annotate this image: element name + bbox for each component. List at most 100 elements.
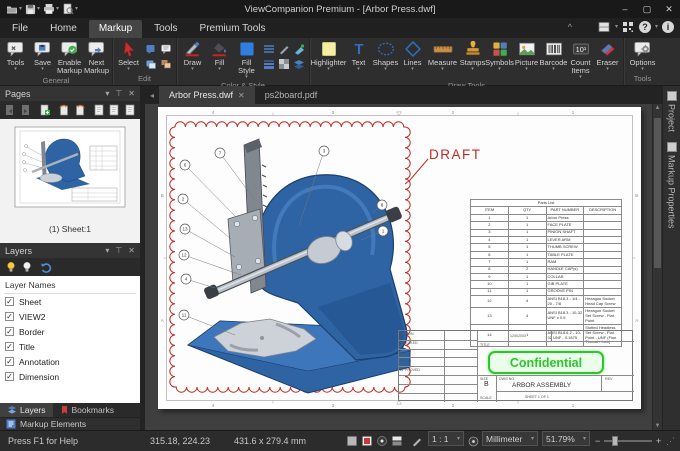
insert-page-icon[interactable] — [39, 104, 51, 117]
select-button[interactable]: Select▾ — [115, 39, 142, 72]
tab-project[interactable]: Project — [667, 91, 677, 132]
zoom-slider-handle[interactable] — [612, 436, 618, 446]
fill-color-button[interactable]: Fill▾ — [206, 39, 233, 72]
bulb-off-icon[interactable] — [20, 261, 33, 274]
layer-visibility-checkbox[interactable]: ✓ — [5, 372, 14, 381]
print-preview-button[interactable]: ▾ — [62, 3, 78, 15]
drawing-viewer[interactable]: 736213124118144332211BBAA DRAFT Confiden… — [145, 104, 662, 430]
tab-layers[interactable]: Layers — [0, 403, 53, 417]
layer-visibility-checkbox[interactable]: ✓ — [5, 357, 14, 366]
line-style-icon[interactable] — [262, 42, 275, 55]
open-file-button[interactable]: ▾ — [6, 3, 22, 15]
split-view-icon[interactable] — [391, 431, 403, 451]
stamps-button[interactable]: Stamps▾ — [459, 39, 486, 72]
enable-markup-button[interactable]: Enable Markup — [56, 39, 83, 75]
paste-markup-icon[interactable] — [144, 57, 157, 70]
draft-markup-text[interactable]: DRAFT — [429, 147, 482, 162]
resize-grip[interactable]: ⋰ — [666, 431, 675, 451]
barcode-button[interactable]: Barcode▾ — [540, 39, 567, 72]
layer-visibility-checkbox[interactable]: ✓ — [5, 327, 14, 336]
transparency-icon[interactable] — [277, 57, 290, 70]
pick-tool-icon[interactable] — [411, 431, 423, 451]
orbit-icon[interactable] — [376, 431, 388, 451]
zoom-out-button[interactable]: − — [595, 431, 600, 451]
layer-visibility-checkbox[interactable]: ✓ — [5, 342, 14, 351]
text-button[interactable]: T Text▾ — [345, 39, 372, 72]
shapes-button[interactable]: Shapes▾ — [372, 39, 399, 72]
tab-file[interactable]: File — [2, 20, 38, 38]
options-button[interactable]: Options▾ — [626, 39, 659, 72]
units-select[interactable]: Millimeter▾ — [482, 431, 538, 446]
scale-info-icon[interactable] — [468, 431, 479, 451]
lines-button[interactable]: Lines▾ — [399, 39, 426, 72]
panel-menu-icon[interactable]: ▾ — [105, 89, 109, 98]
print-page-icon[interactable] — [124, 104, 136, 117]
next-markup-button[interactable]: Next Markup — [83, 39, 110, 75]
extract-page-icon[interactable] — [93, 104, 105, 117]
pin-icon[interactable]: ⊤ — [115, 89, 122, 98]
measure-button[interactable]: Measure▾ — [426, 39, 459, 72]
zoom-in-button[interactable]: + — [656, 431, 661, 451]
note-icon[interactable] — [159, 42, 172, 55]
zoom-slider[interactable] — [604, 431, 652, 451]
markup-visibility-icon[interactable] — [361, 431, 373, 451]
chevron-down-icon[interactable]: ▾ — [615, 24, 618, 30]
maximize-button[interactable]: ▢ — [636, 0, 658, 18]
save-button[interactable]: ▾ — [25, 4, 40, 15]
close-icon[interactable]: ✕ — [128, 246, 135, 255]
count-items-button[interactable]: 10¹ Count Items▾ — [567, 39, 594, 80]
about-icon[interactable]: i — [662, 21, 674, 33]
ribbon-collapse-icon[interactable]: ^ — [568, 22, 572, 32]
draw-order-icon[interactable] — [292, 57, 305, 70]
scroll-up-icon[interactable]: ▲ — [653, 105, 662, 111]
close-icon[interactable]: ✕ — [128, 89, 135, 98]
fill-style-button[interactable]: Fill Style▾ — [233, 39, 260, 80]
document-tab-ps2board[interactable]: ps2board.pdf — [255, 86, 328, 104]
pin-icon[interactable]: ⊤ — [115, 246, 122, 255]
picture-button[interactable]: Picture▾ — [513, 39, 540, 72]
close-tab-icon[interactable]: ✕ — [238, 91, 245, 100]
tab-bookmarks[interactable]: Bookmarks — [53, 403, 122, 417]
scrollbar-thumb[interactable] — [654, 118, 661, 268]
save-markup-button[interactable]: Save▾ — [29, 39, 56, 72]
panel-menu-icon[interactable]: ▾ — [105, 246, 109, 255]
scroll-down-icon[interactable]: ▼ — [653, 423, 662, 429]
layer-visibility-checkbox[interactable]: ✓ — [5, 312, 14, 321]
tools-button[interactable]: Tools▾ — [2, 39, 29, 72]
tab-scroll-left-icon[interactable]: ◂ — [145, 86, 159, 104]
pen-width-icon[interactable] — [292, 42, 305, 55]
line-weight-icon[interactable] — [262, 57, 275, 70]
close-button[interactable]: ✕ — [658, 0, 680, 18]
undo-icon[interactable] — [40, 261, 53, 274]
draw-color-button[interactable]: Draw▾ — [179, 39, 206, 72]
rotate-right-page-icon[interactable] — [74, 104, 86, 117]
tab-premium-tools[interactable]: Premium Tools — [190, 20, 276, 38]
next-page-icon[interactable] — [19, 104, 31, 117]
eraser-button[interactable]: Eraser▾ — [594, 39, 621, 72]
layer-visibility-checkbox[interactable]: ✓ — [5, 297, 14, 306]
help-icon[interactable]: ? — [639, 21, 651, 33]
print-button[interactable]: ▾ — [43, 3, 59, 15]
rotate-left-page-icon[interactable] — [58, 104, 70, 117]
monochrome-toggle-icon[interactable] — [346, 431, 358, 451]
highlighter-button[interactable]: Highlighter▾ — [312, 39, 345, 72]
bulb-on-icon[interactable] — [4, 261, 17, 274]
page-thumbnail[interactable] — [10, 124, 130, 221]
export-page-icon[interactable] — [108, 104, 120, 117]
vertical-scrollbar[interactable]: ▲ ▼ — [652, 104, 662, 430]
prev-page-icon[interactable] — [4, 104, 16, 117]
markup-elements-bar[interactable]: Markup Elements — [0, 417, 140, 430]
symbols-button[interactable]: Symbols▾ — [486, 39, 513, 72]
tab-home[interactable]: Home — [40, 20, 87, 38]
copy-markup-icon[interactable] — [144, 42, 157, 55]
tab-markup-properties[interactable]: Markup Properties — [667, 142, 677, 229]
tab-tools[interactable]: Tools — [144, 20, 187, 38]
document-tab-arbor-press[interactable]: Arbor Press.dwf ✕ — [159, 86, 255, 104]
layout-toggle-icon[interactable] — [598, 20, 611, 33]
qr-code-icon[interactable] — [622, 20, 635, 33]
zoom-level-select[interactable]: 51.79%▾ — [542, 431, 590, 446]
pen-style-icon[interactable] — [277, 42, 290, 55]
tab-markup[interactable]: Markup — [89, 20, 142, 38]
minimize-button[interactable]: – — [614, 0, 636, 18]
group-markup-icon[interactable] — [159, 57, 172, 70]
